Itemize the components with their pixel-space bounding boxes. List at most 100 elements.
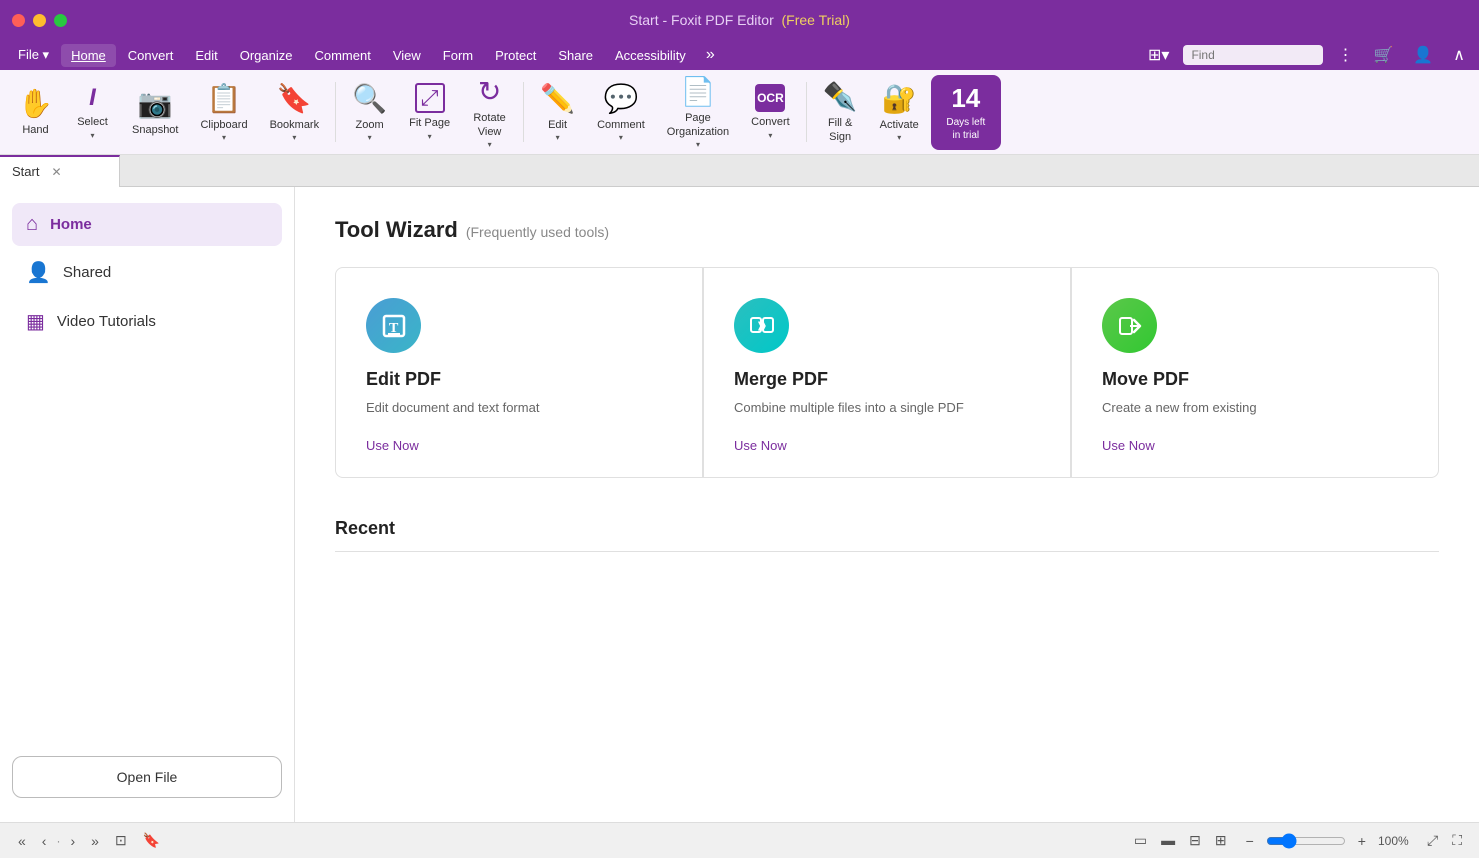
app-title: Start - Foxit PDF Editor [629,12,774,28]
nav-next[interactable]: › [64,831,81,851]
movepdf-desc: Create a new from existing [1102,398,1408,418]
tool-clipboard-label: Clipboard [200,119,247,132]
menu-edit[interactable]: Edit [185,44,227,67]
tool-fillsign-label: Fill &Sign [828,117,852,143]
menu-accessibility[interactable]: Accessibility [605,44,696,67]
editpdf-icon: T [366,298,421,353]
card-editpdf[interactable]: T Edit PDF Edit document and text format… [335,267,703,478]
nav-thumbnail[interactable]: ⊡ [109,830,133,851]
view-grid-icon[interactable]: ⊞ [1210,830,1232,851]
window-controls[interactable] [12,14,67,27]
mergepdf-icon [734,298,789,353]
mergepdf-usenow[interactable]: Use Now [734,438,1040,453]
tool-edit[interactable]: ✏️ Edit ▾ [530,75,585,150]
zoom-arrow: ▾ [368,133,372,142]
menu-home[interactable]: Home [61,44,116,67]
view-double-icon[interactable]: ▬ [1156,830,1180,851]
maximize-button[interactable] [54,14,67,27]
tool-select[interactable]: I Select ▾ [65,75,120,150]
select-icon: I [89,84,96,112]
tool-hand[interactable]: ✋ Hand [8,75,63,150]
view-columns-icon[interactable]: ⊟ [1184,830,1206,851]
sidebar-home-label: Home [50,216,92,233]
tool-wizard-header: Tool Wizard (Frequently used tools) [335,217,1439,243]
sidebar-shared-label: Shared [63,264,111,281]
menu-form[interactable]: Form [433,44,483,67]
tool-cards: T Edit PDF Edit document and text format… [335,267,1439,478]
tool-bookmark[interactable]: 🔖 Bookmark ▾ [260,75,330,150]
view-options-icon[interactable]: ⊞▾ [1142,43,1175,67]
menu-protect[interactable]: Protect [485,44,546,67]
close-button[interactable] [12,14,25,27]
tool-zoom[interactable]: 🔍 Zoom ▾ [342,75,397,150]
nav-bookmark[interactable]: 🔖 [137,830,166,851]
title-bar: Start - Foxit PDF Editor (Free Trial) [0,0,1479,40]
tool-fitpage-label: Fit Page [409,117,450,130]
nav-next-next[interactable]: » [85,831,105,851]
sidebar-item-home[interactable]: ⌂ Home [12,203,282,246]
nav-prev-prev[interactable]: « [12,831,32,851]
tool-activate[interactable]: 🔐 Activate ▾ [870,75,929,150]
fitpage-icon: ⤢ [415,83,445,113]
menu-organize[interactable]: Organize [230,44,303,67]
fitpage-arrow: ▾ [428,132,432,141]
status-nav: « ‹ · › » ⊡ 🔖 [12,830,166,851]
tool-pageorg-label: PageOrganization [667,112,729,138]
movepdf-title: Move PDF [1102,369,1408,390]
separator-2 [523,82,524,142]
card-movepdf[interactable]: Move PDF Create a new from existing Use … [1071,267,1439,478]
collapse-icon[interactable]: ∧ [1447,43,1471,67]
tool-comment[interactable]: 💬 Comment ▾ [587,75,655,150]
menu-comment[interactable]: Comment [304,44,380,67]
zoom-out-button[interactable]: − [1240,831,1260,851]
tool-wizard-subtitle: (Frequently used tools) [466,224,609,240]
nav-prev[interactable]: ‹ [36,831,53,851]
snapshot-icon: 📷 [138,87,173,120]
tab-bar: Start ✕ [0,155,1479,187]
rotateview-arrow: ▾ [488,140,492,149]
tool-convert-label: Convert [751,116,790,129]
menu-share[interactable]: Share [548,44,603,67]
tool-convert[interactable]: OCR Convert ▾ [741,75,800,150]
status-view-icons: ▭ ▬ ⊟ ⊞ [1129,830,1232,851]
toolbar: ✋ Hand I Select ▾ 📷 Snapshot 📋 Clipboard… [0,70,1479,155]
search-input[interactable] [1183,45,1323,65]
menu-file[interactable]: File ▾ [8,43,59,67]
tool-rotateview-label: RotateView [473,112,505,138]
sidebar-item-videotutorials[interactable]: ▦ Video Tutorials [12,299,282,344]
user-icon[interactable]: 👤 [1407,43,1439,67]
tool-daysleft[interactable]: 14 Days leftin trial [931,75,1001,150]
comment-icon: 💬 [603,82,638,115]
convert-ocr-badge: OCR [755,84,785,112]
convert-arrow: ▾ [768,131,772,140]
cart-icon[interactable]: 🛒 [1367,43,1399,67]
expand-icon[interactable]: ⛶ [1447,830,1467,851]
open-file-button[interactable]: Open File [12,756,282,798]
menu-more[interactable]: » [698,44,723,66]
tool-snapshot[interactable]: 📷 Snapshot [122,75,188,150]
more-options-icon[interactable]: ⋮ [1331,43,1359,67]
editpdf-title: Edit PDF [366,369,672,390]
hand-icon: ✋ [18,87,53,120]
zoom-icon: 🔍 [352,82,387,115]
tool-snapshot-label: Snapshot [132,124,178,137]
tool-pageorg[interactable]: 📄 PageOrganization ▾ [657,75,739,150]
zoom-slider[interactable] [1266,833,1346,849]
card-mergepdf[interactable]: Merge PDF Combine multiple files into a … [703,267,1071,478]
minimize-button[interactable] [33,14,46,27]
tool-clipboard[interactable]: 📋 Clipboard ▾ [190,75,257,150]
fillsign-icon: ✒️ [823,80,858,113]
menu-convert[interactable]: Convert [118,44,184,67]
zoom-in-button[interactable]: + [1352,831,1372,851]
tool-rotateview[interactable]: ↻ RotateView ▾ [462,75,517,150]
movepdf-usenow[interactable]: Use Now [1102,438,1408,453]
sidebar-item-shared[interactable]: 👤 Shared [12,250,282,295]
tab-start[interactable]: Start ✕ [0,155,120,187]
fit-width-icon[interactable]: ⤢ [1422,830,1443,851]
tool-fitpage[interactable]: ⤢ Fit Page ▾ [399,75,460,150]
menu-view[interactable]: View [383,44,431,67]
tab-close-button[interactable]: ✕ [51,165,61,179]
editpdf-usenow[interactable]: Use Now [366,438,672,453]
tool-fillsign[interactable]: ✒️ Fill &Sign [813,75,868,150]
view-single-icon[interactable]: ▭ [1129,830,1152,851]
